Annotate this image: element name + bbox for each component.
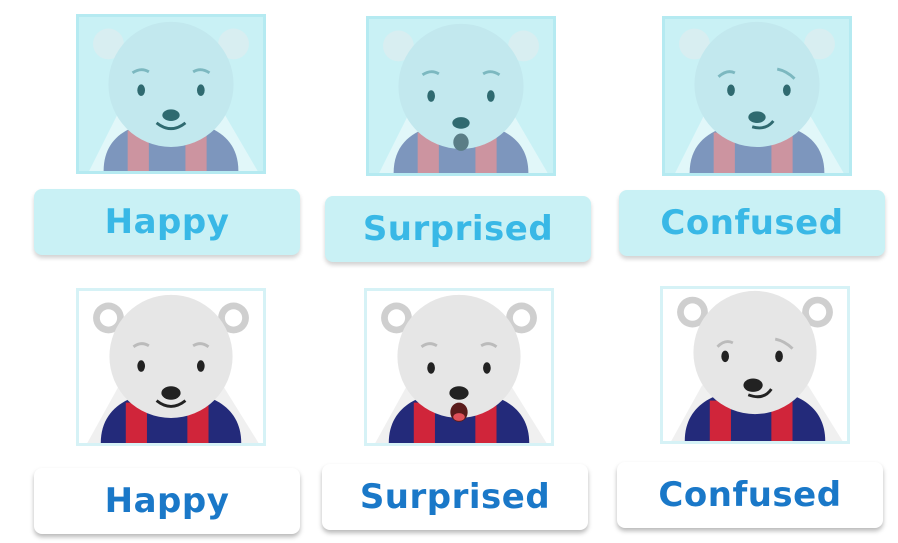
polar-bear-surprised-icon [379,23,548,173]
label-happy-tinted[interactable]: Happy [34,189,300,255]
polar-bear-surprised-icon [375,294,547,443]
label-happy-plain[interactable]: Happy [34,468,300,534]
polar-bear-happy-icon [89,21,258,171]
label-confused-tinted[interactable]: Confused [619,190,885,256]
polar-bear-confused-icon [671,290,843,441]
label-confused-plain[interactable]: Confused [617,462,883,528]
bear-card-surprised-tinted[interactable] [366,16,556,176]
polar-bear-confused-icon [675,21,844,173]
label-surprised-plain[interactable]: Surprised [322,464,588,530]
label-surprised-tinted[interactable]: Surprised [325,196,591,262]
bear-card-confused-plain[interactable] [660,286,850,444]
bear-card-happy-plain[interactable] [76,288,266,446]
polar-bear-happy-icon [87,294,259,443]
bear-card-surprised-plain[interactable] [364,288,554,446]
bear-card-confused-tinted[interactable] [662,16,852,176]
bear-card-happy-tinted[interactable] [76,14,266,174]
